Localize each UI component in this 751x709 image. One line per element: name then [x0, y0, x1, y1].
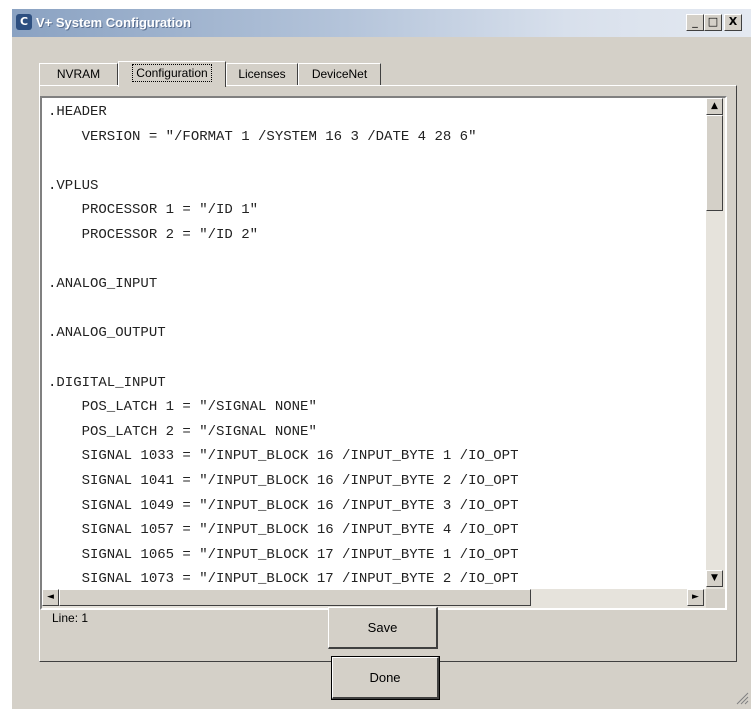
resize-grip-icon[interactable] [735, 691, 749, 705]
tab-nvram[interactable]: NVRAM [39, 63, 118, 85]
tab-licenses-label: Licenses [238, 67, 286, 81]
code-line: POS_LATCH 1 = "/SIGNAL NONE" [48, 399, 317, 416]
arrow-up-icon: ▲ [711, 101, 718, 111]
vertical-scroll-thumb[interactable] [706, 115, 723, 211]
horizontal-scrollbar[interactable]: ◄ ► [42, 589, 706, 608]
code-line: PROCESSOR 2 = "/ID 2" [48, 227, 259, 243]
code-line: SIGNAL 1073 = "/INPUT_BLOCK 17 /INPUT_BY… [48, 571, 519, 588]
scroll-up-button[interactable]: ▲ [706, 98, 723, 115]
arrow-left-icon: ◄ [47, 592, 54, 602]
title-bar[interactable]: C V+ System Configuration _ □ X [12, 9, 751, 37]
configuration-panel: .HEADER VERSION = "/FORMAT 1 /SYSTEM 16 … [39, 85, 737, 662]
line-number-label: Line: 1 [52, 611, 89, 625]
window-title: V+ System Configuration [36, 15, 191, 30]
code-line: .DIGITAL_INPUT [48, 374, 166, 391]
code-line: .HEADER [48, 104, 107, 120]
code-line: .ANALOG_OUTPUT [48, 325, 166, 342]
tab-configuration[interactable]: Configuration [118, 61, 226, 87]
code-line: SIGNAL 1057 = "/INPUT_BLOCK 16 /INPUT_BY… [48, 522, 519, 539]
vertical-scrollbar[interactable]: ▲ ▼ [706, 98, 725, 589]
tab-nvram-label: NVRAM [56, 67, 101, 81]
code-line: .ANALOG_INPUT [48, 276, 158, 293]
minimize-button[interactable]: _ [686, 14, 704, 31]
scrollbar-corner [706, 589, 725, 608]
code-line: SIGNAL 1065 = "/INPUT_BLOCK 17 /INPUT_BY… [48, 546, 519, 563]
code-text-area[interactable]: .HEADER VERSION = "/FORMAT 1 /SYSTEM 16 … [42, 98, 706, 589]
code-line: SIGNAL 1041 = "/INPUT_BLOCK 16 /INPUT_BY… [48, 473, 519, 489]
maximize-button[interactable]: □ [704, 14, 722, 31]
tab-devicenet-label: DeviceNet [311, 67, 368, 81]
app-logo-icon: C [16, 14, 32, 30]
code-line: PROCESSOR 1 = "/ID 1" [48, 202, 259, 219]
code-line: SIGNAL 1033 = "/INPUT_BLOCK 16 /INPUT_BY… [48, 448, 519, 465]
system-configuration-window: C V+ System Configuration _ □ X NVRAM Co… [11, 8, 751, 709]
code-line: SIGNAL 1049 = "/INPUT_BLOCK 16 /INPUT_BY… [48, 497, 519, 514]
tab-devicenet[interactable]: DeviceNet [298, 63, 381, 85]
arrow-down-icon: ▼ [711, 573, 718, 583]
scroll-left-button[interactable]: ◄ [42, 589, 59, 606]
scroll-right-button[interactable]: ► [687, 589, 704, 606]
arrow-right-icon: ► [692, 592, 699, 602]
horizontal-scroll-thumb[interactable] [59, 589, 531, 606]
tab-configuration-label: Configuration [132, 64, 212, 82]
code-line: POS_LATCH 2 = "/SIGNAL NONE" [48, 423, 317, 440]
done-button[interactable]: Done [331, 656, 440, 700]
done-button-label: Done [332, 657, 439, 699]
save-button[interactable]: Save [328, 607, 438, 649]
close-button[interactable]: X [724, 14, 742, 31]
code-line: VERSION = "/FORMAT 1 /SYSTEM 16 3 /DATE … [48, 128, 477, 145]
code-line: .VPLUS [48, 177, 99, 194]
config-text-editor[interactable]: .HEADER VERSION = "/FORMAT 1 /SYSTEM 16 … [40, 96, 727, 610]
tab-licenses[interactable]: Licenses [226, 63, 298, 85]
scroll-down-button[interactable]: ▼ [706, 570, 723, 587]
